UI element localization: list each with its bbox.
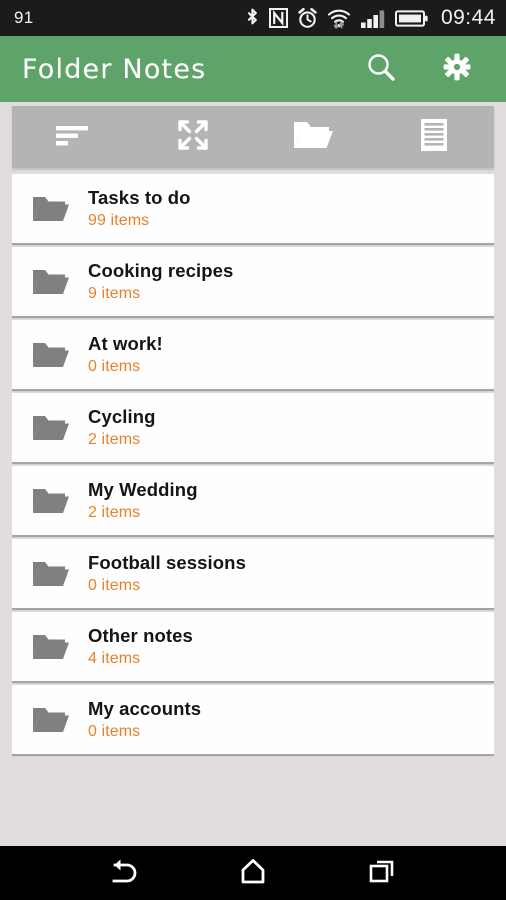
battery-icon [394,9,428,28]
gear-icon [443,53,471,86]
list-item-text: Other notes 4 items [88,625,193,668]
expand-arrows-icon [176,118,210,157]
list-item[interactable]: At work! 0 items [12,320,494,391]
phone-screen: 91 09:44 Folder Notes Tasks to do 99 ite… [0,0,506,900]
list-item[interactable]: My Wedding 2 items [12,466,494,537]
list-item-text: Tasks to do 99 items [88,187,191,230]
new-note-button[interactable] [374,106,495,168]
alarm-icon [297,7,318,29]
bluetooth-icon [245,8,260,29]
list-item[interactable]: Tasks to do 99 items [12,174,494,245]
app-bar: Folder Notes [0,36,506,102]
sort-button[interactable] [12,106,133,168]
open-folder-icon [292,119,334,156]
folder-title: Cycling [88,406,156,427]
status-bar-left-text: 91 [14,8,34,27]
home-button[interactable] [229,849,277,897]
new-folder-button[interactable] [253,106,374,168]
folder-title: Tasks to do [88,187,191,208]
settings-button[interactable] [440,52,474,86]
status-bar-icons: 09:44 [245,6,496,30]
folder-title: Cooking recipes [88,260,234,281]
signal-icon [360,8,386,29]
sort-lines-icon [54,122,90,153]
list-item-text: At work! 0 items [88,333,163,376]
folder-list[interactable]: Tasks to do 99 items Cooking recipes 9 i… [0,174,506,846]
list-item[interactable]: Football sessions 0 items [12,539,494,610]
app-bar-actions [364,52,488,86]
folder-icon [32,633,88,661]
folder-item-count: 4 items [88,650,141,667]
list-item-text: My accounts 0 items [88,698,201,741]
android-nav-bar [0,846,506,900]
folder-icon [32,195,88,223]
action-toolbar [12,106,494,168]
list-item-text: My Wedding 2 items [88,479,198,522]
list-item-text: Cooking recipes 9 items [88,260,233,303]
folder-item-count: 0 items [88,358,141,375]
folder-icon [32,560,88,588]
folder-item-count: 2 items [88,504,141,521]
list-item[interactable]: Cycling 2 items [12,393,494,464]
status-bar-clock: 09:44 [440,6,496,29]
folder-icon [32,414,88,442]
folder-title: My Wedding [88,479,198,500]
list-item[interactable]: Other notes 4 items [12,612,494,683]
folder-icon [32,341,88,369]
wifi-icon [327,8,351,29]
back-arrow-icon [107,856,141,891]
list-item[interactable]: Cooking recipes 9 items [12,247,494,318]
folder-title: Football sessions [88,552,246,573]
expand-all-button[interactable] [133,106,254,168]
search-button[interactable] [364,52,398,86]
list-item[interactable]: My accounts 0 items [12,685,494,756]
document-lines-icon [420,118,448,157]
nfc-icon [268,8,288,28]
folder-item-count: 2 items [88,431,141,448]
list-item-text: Cycling 2 items [88,406,156,449]
folder-icon [32,706,88,734]
list-item-text: Football sessions 0 items [88,552,246,595]
folder-title: At work! [88,333,163,354]
page-title: Folder Notes [22,53,207,85]
folder-item-count: 0 items [88,723,141,740]
folder-item-count: 0 items [88,577,141,594]
back-button[interactable] [100,849,148,897]
folder-title: My accounts [88,698,202,719]
folder-title: Other notes [88,625,193,646]
status-bar: 91 09:44 [0,0,506,36]
folder-item-count: 9 items [88,285,141,302]
folder-item-count: 99 items [88,212,150,229]
action-toolbar-container [0,102,506,174]
search-icon [365,51,397,88]
recents-squares-icon [367,857,397,890]
folder-icon [32,487,88,515]
home-icon [238,857,268,890]
recents-button[interactable] [358,849,406,897]
folder-icon [32,268,88,296]
